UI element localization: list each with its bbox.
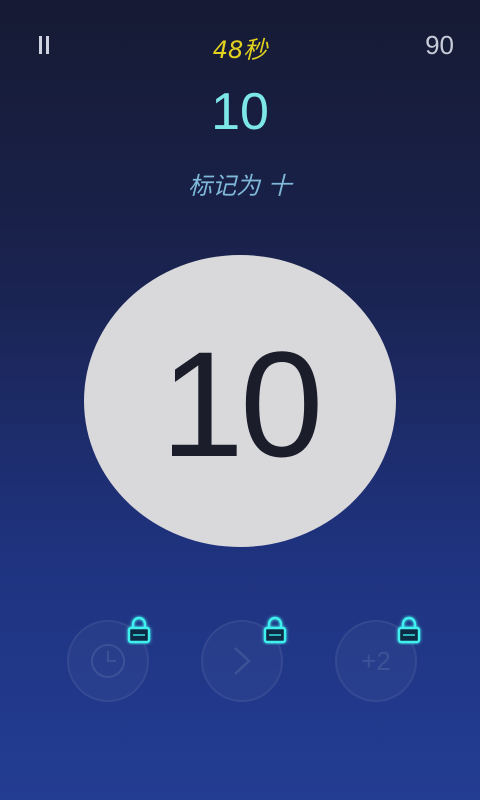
- circle-number: 10: [160, 319, 324, 488]
- lock-icon: [263, 616, 287, 644]
- plus-two-label: +2: [361, 646, 391, 676]
- lock-icon: [397, 616, 421, 644]
- instruction-text: 标记为 十: [188, 172, 292, 200]
- target-number: 10: [211, 83, 269, 141]
- number-circle[interactable]: 10: [84, 255, 396, 547]
- countdown-timer: 48秒: [212, 36, 268, 64]
- score: 90: [425, 30, 454, 60]
- lock-icon: [127, 616, 151, 644]
